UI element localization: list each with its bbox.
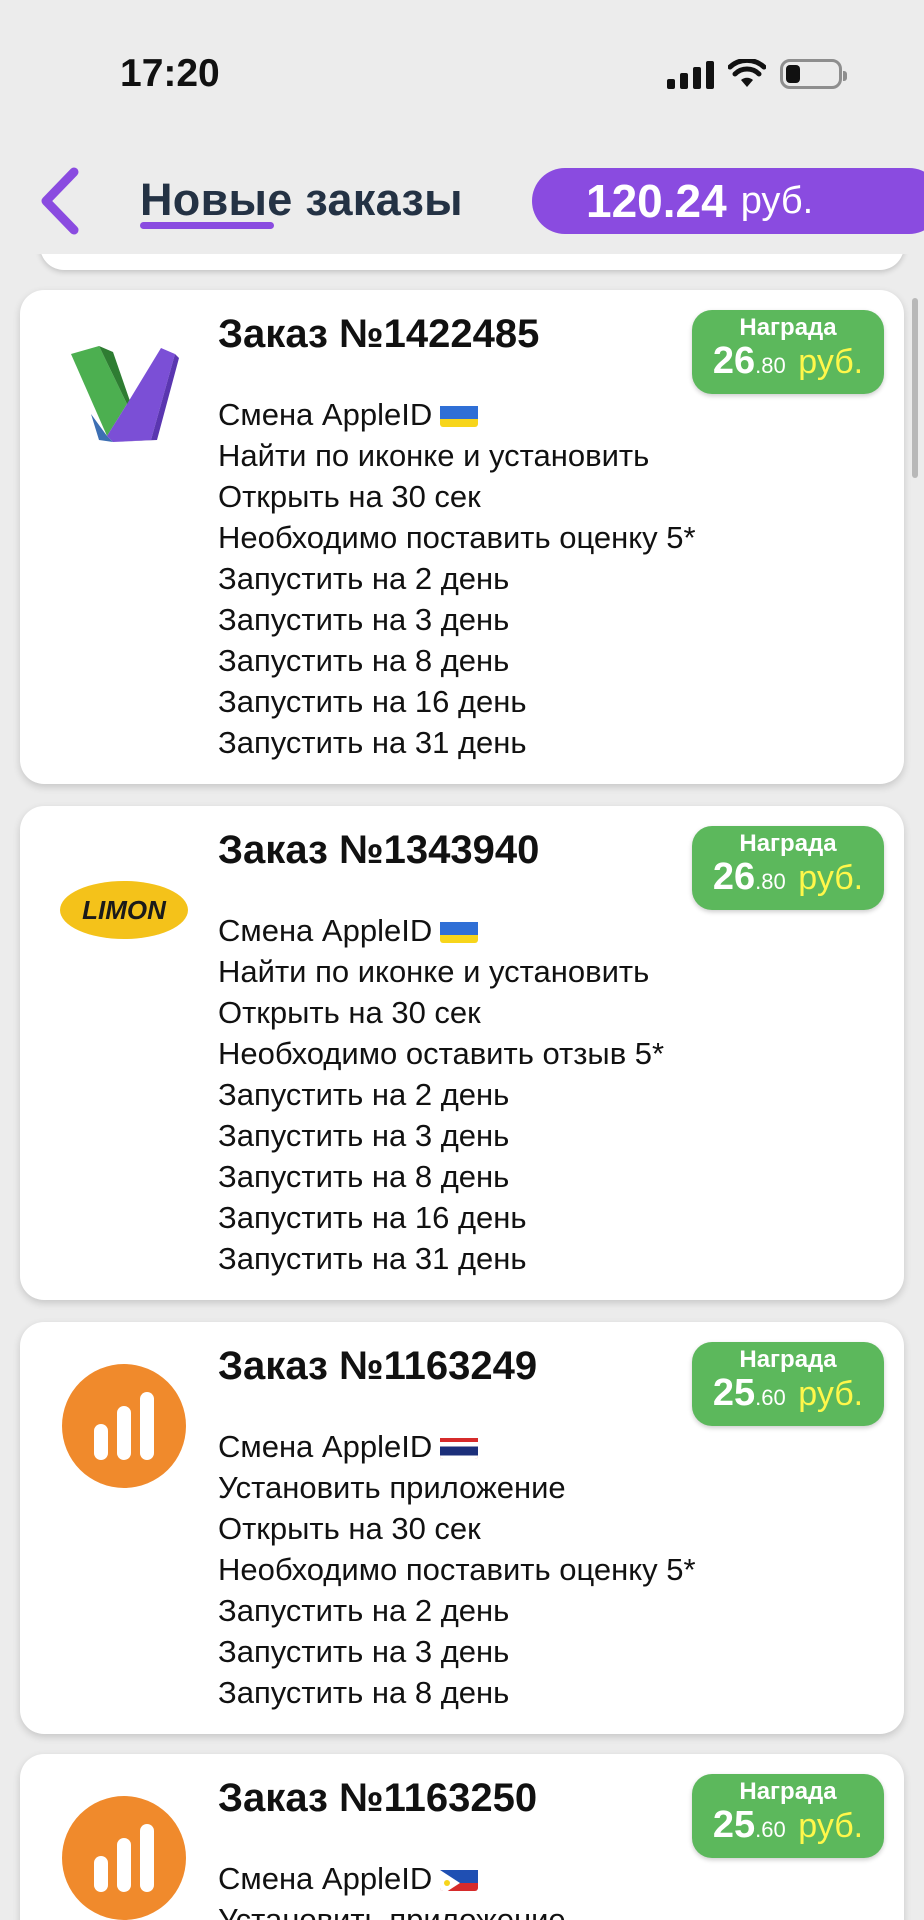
order-steps: Смена AppleID Найти по иконке и установи… [218, 910, 664, 1279]
reward-cents: .80 [755, 353, 786, 378]
order-steps: Смена AppleID Установить приложение [218, 1858, 566, 1920]
reward-currency: руб. [798, 859, 864, 897]
philippines-flag-icon [440, 1865, 479, 1891]
reward-currency: руб. [798, 343, 864, 381]
reward-amount: 26.80 руб. [692, 340, 884, 383]
reward-badge: Награда 26.80 руб. [692, 826, 884, 910]
order-step: Смена AppleID [218, 910, 664, 951]
order-step: Необходимо поставить оценку 5* [218, 1552, 696, 1587]
order-step: Найти по иконке и установить [218, 438, 650, 473]
order-step: Запустить на 2 день [218, 1077, 510, 1112]
thailand-flag-icon [440, 1433, 479, 1459]
order-step: Запустить на 31 день [218, 725, 527, 760]
reward-cents: .60 [755, 1817, 786, 1842]
order-card[interactable]: Заказ №1163249 Награда 25.60 руб. Смена … [20, 1322, 904, 1734]
order-step: Запустить на 8 день [218, 643, 510, 678]
chevron-left-icon[interactable] [36, 166, 86, 236]
order-step: Необходимо оставить отзыв 5* [218, 1036, 665, 1071]
orders-list[interactable]: Заказ №1422485 Награда 26.80 руб. Смена … [0, 254, 924, 1920]
order-step: Установить приложение [218, 1902, 566, 1920]
reward-badge: Награда 25.60 руб. [692, 1342, 884, 1426]
ukraine-flag-icon [440, 401, 479, 427]
app-logo-icon [56, 326, 192, 462]
reward-badge: Награда 26.80 руб. [692, 310, 884, 394]
order-step: Запустить на 31 день [218, 1241, 527, 1276]
reward-label: Награда [739, 314, 837, 341]
cellular-signal-icon [667, 59, 714, 89]
reward-whole: 26 [712, 340, 756, 382]
previous-order-card[interactable] [40, 254, 904, 270]
ukraine-flag-icon [440, 917, 479, 943]
order-card[interactable]: Заказ №1163250 Награда 25.60 руб. Смена … [20, 1754, 904, 1920]
order-step: Запустить на 2 день [218, 1593, 510, 1628]
order-step: Запустить на 8 день [218, 1675, 510, 1710]
header: Новые заказы 120.24 руб. [0, 140, 924, 258]
status-icons [667, 56, 847, 92]
reward-currency: руб. [798, 1807, 864, 1845]
order-step: Открыть на 30 сек [218, 995, 481, 1030]
order-step: Необходимо поставить оценку 5* [218, 520, 696, 555]
order-step: Смена AppleID [218, 394, 696, 435]
reward-currency: руб. [798, 1375, 864, 1413]
limon-logo-text: LIMON [82, 895, 167, 925]
status-bar: 17:20 [0, 0, 924, 140]
order-step: Смена AppleID [218, 1426, 696, 1467]
scrollbar[interactable] [912, 298, 918, 478]
balance-value: 120.24 [586, 175, 727, 227]
balance-badge[interactable]: 120.24 руб. [532, 168, 924, 234]
battery-icon [780, 59, 847, 89]
reward-label: Награда [739, 1778, 837, 1805]
order-title: Заказ №1163249 [218, 1344, 538, 1388]
reward-cents: .80 [755, 869, 786, 894]
reward-badge: Награда 25.60 руб. [692, 1774, 884, 1858]
page-title: Новые заказы [140, 174, 463, 225]
reward-whole: 26 [712, 856, 756, 898]
reward-amount: 26.80 руб. [692, 856, 884, 899]
reward-amount: 25.60 руб. [692, 1804, 884, 1847]
order-step: Открыть на 30 сек [218, 1511, 481, 1546]
order-steps: Смена AppleID Найти по иконке и установи… [218, 394, 696, 763]
order-title: Заказ №1163250 [218, 1776, 538, 1820]
order-step: Запустить на 8 день [218, 1159, 510, 1194]
order-step: Запустить на 2 день [218, 561, 510, 596]
order-step: Запустить на 16 день [218, 684, 527, 719]
reward-whole: 25 [712, 1372, 756, 1414]
order-step: Запустить на 3 день [218, 1634, 510, 1669]
order-card[interactable]: LIMON Заказ №1343940 Награда 26.80 руб. … [20, 806, 904, 1300]
app-logo-icon [56, 1358, 192, 1494]
reward-cents: .60 [755, 1385, 786, 1410]
order-title: Заказ №1343940 [218, 828, 540, 872]
order-step: Открыть на 30 сек [218, 479, 481, 514]
vertical-app-logo [71, 346, 179, 442]
order-step: Запустить на 3 день [218, 1118, 510, 1153]
status-time: 17:20 [120, 52, 220, 95]
app-logo-icon [56, 1790, 192, 1920]
order-step: Найти по иконке и установить [218, 954, 650, 989]
order-steps: Смена AppleID Установить приложение Откр… [218, 1426, 696, 1713]
orange-bars-logo [62, 1364, 186, 1488]
reward-whole: 25 [712, 1804, 756, 1846]
limon-logo: LIMON [60, 881, 188, 939]
order-step: Установить приложение [218, 1470, 566, 1505]
order-card[interactable]: Заказ №1422485 Награда 26.80 руб. Смена … [20, 290, 904, 784]
orange-bars-logo [62, 1796, 186, 1920]
reward-label: Награда [739, 1346, 837, 1373]
app-logo-icon: LIMON [56, 842, 192, 978]
order-step: Запустить на 16 день [218, 1200, 527, 1235]
title-underline [140, 222, 274, 229]
reward-label: Награда [739, 830, 837, 857]
wifi-icon [728, 59, 766, 87]
reward-amount: 25.60 руб. [692, 1372, 884, 1415]
order-step: Смена AppleID [218, 1858, 566, 1899]
order-title: Заказ №1422485 [218, 312, 540, 356]
balance-currency: руб. [740, 179, 814, 222]
order-step: Запустить на 3 день [218, 602, 510, 637]
